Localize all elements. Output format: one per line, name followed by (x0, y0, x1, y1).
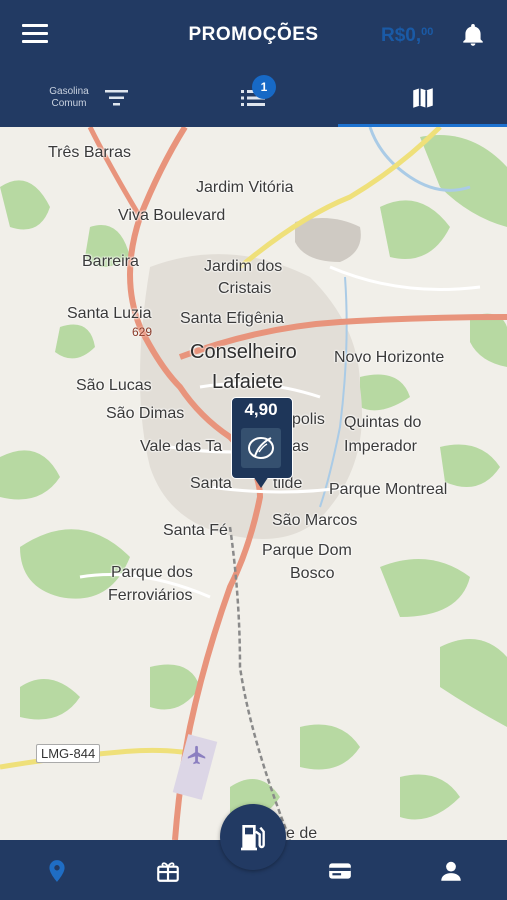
fuel-pump-button[interactable] (220, 804, 286, 870)
bell-icon[interactable] (460, 22, 486, 48)
balance-cents: 00 (421, 26, 434, 38)
gas-station-marker[interactable]: 4,90 (231, 397, 293, 493)
fuel-type-line1: Gasolina (49, 86, 89, 97)
fuel-pump-icon (241, 825, 265, 851)
place-label: Novo Horizonte (334, 349, 445, 366)
map-icon[interactable] (410, 85, 436, 111)
gift-icon[interactable] (155, 858, 181, 884)
place-label: Vale das Ta (140, 438, 223, 455)
place-label: Bosco (290, 565, 335, 582)
place-label: Imperador (344, 438, 417, 455)
place-label: Quintas do (344, 414, 422, 431)
place-label: São Lucas (76, 377, 152, 394)
location-pin-icon[interactable] (44, 858, 70, 884)
balance-display[interactable]: R$0,00 (381, 25, 433, 47)
place-label: São Marcos (272, 512, 358, 529)
user-icon[interactable] (438, 858, 464, 884)
road-shield-lmg-844: LMG-844 (36, 744, 101, 763)
place-label: Santa Fé (163, 522, 228, 539)
place-label: e de (286, 825, 318, 840)
place-label: as (292, 438, 309, 455)
place-label: Parque Montreal (329, 481, 448, 498)
place-label: Jardim Vitória (196, 179, 294, 196)
place-label: Lafaiete (212, 371, 284, 393)
road-number-629: 629 (132, 325, 153, 339)
app-header: PROMOÇÕES R$0,00 (0, 0, 507, 70)
place-label: Barreira (82, 253, 139, 270)
place-label: Três Barras (48, 144, 131, 161)
place-label: polis (292, 411, 325, 428)
place-label: Santa (190, 475, 232, 492)
place-label: Ferroviários (108, 587, 193, 604)
list-count-badge: 1 (252, 75, 276, 99)
balance-main: R$0, (381, 25, 422, 46)
filter-icon[interactable] (104, 88, 130, 108)
place-label: Conselheiro (190, 341, 297, 363)
place-label: Viva Boulevard (118, 207, 226, 224)
place-label: Cristais (218, 280, 272, 297)
place-label: Jardim dos (204, 258, 283, 275)
fuel-type-selector[interactable]: Gasolina Comum (40, 86, 98, 110)
airport-icon (187, 745, 206, 765)
marker-price: 4,90 (244, 400, 278, 419)
place-label: Parque Dom (262, 542, 352, 559)
fuel-type-line2: Comum (51, 98, 87, 109)
place-label: Parque dos (111, 564, 193, 581)
marker-tip (253, 476, 269, 488)
place-label: Santa Efigênia (180, 310, 285, 327)
station-brand-logo (241, 428, 281, 468)
place-label: Santa Luzia (67, 305, 152, 322)
place-label: São Dimas (106, 405, 185, 422)
card-icon[interactable] (327, 858, 353, 884)
